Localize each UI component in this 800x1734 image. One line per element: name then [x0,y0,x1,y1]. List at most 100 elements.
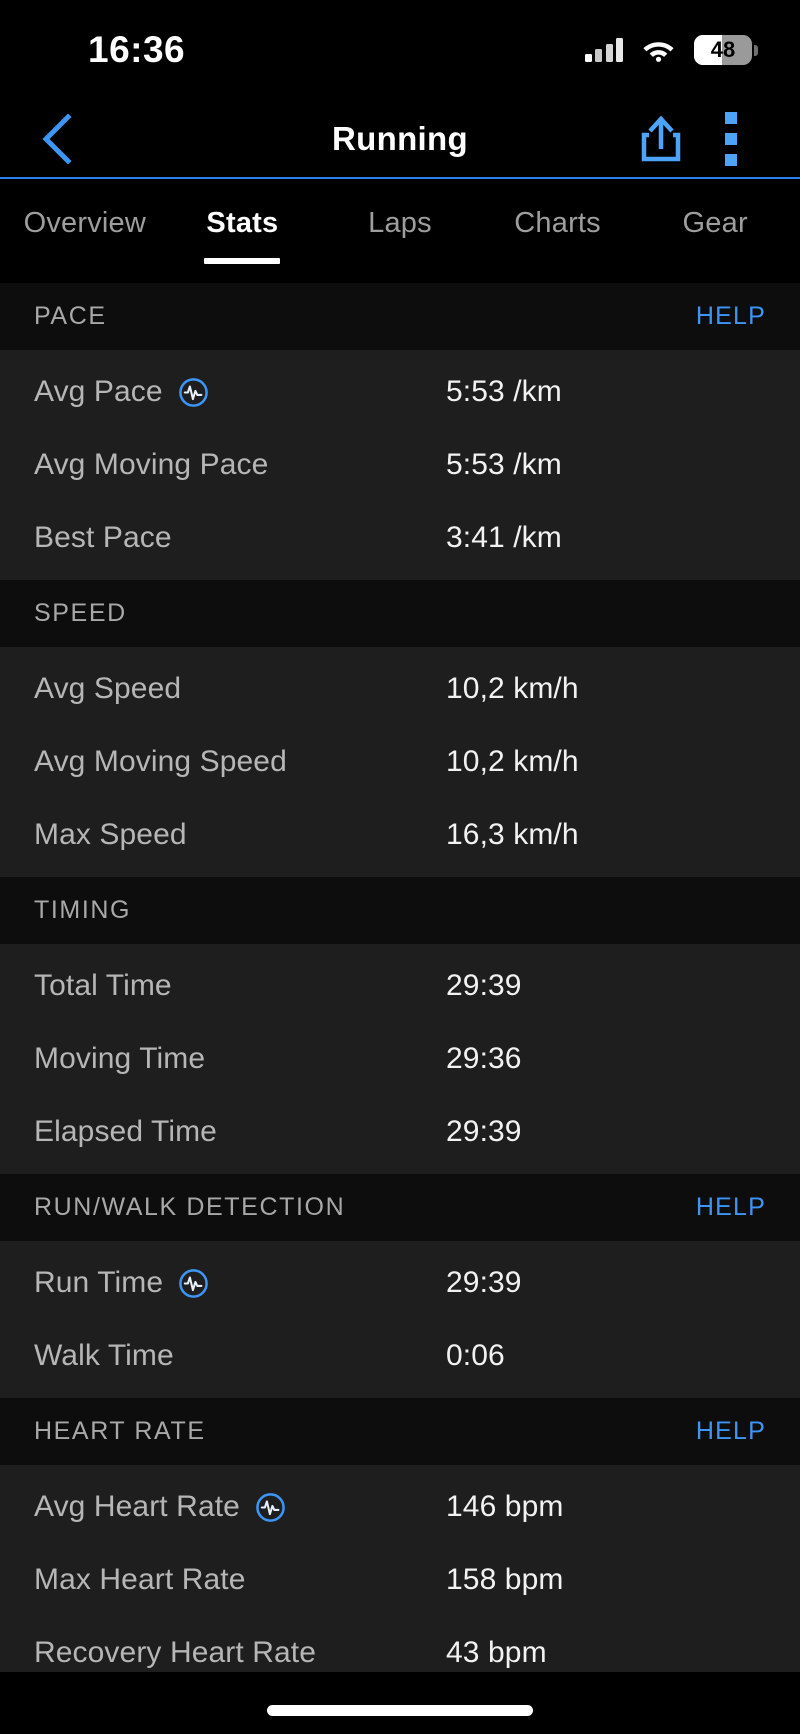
tab-laps[interactable]: Laps [321,179,479,283]
stat-row[interactable]: Avg Pace 5:53 /km [0,361,800,423]
tab-stats[interactable]: Stats [164,179,322,283]
section-header: HEART RATE HELP [0,1398,800,1465]
battery-icon: 48 [694,35,758,65]
navigation-bar: Running [0,100,800,179]
section-title: HEART RATE [34,1417,206,1445]
tab-overview[interactable]: Overview [6,179,164,283]
stat-label-wrap: Avg Moving Pace [34,448,268,482]
share-icon [641,115,681,161]
stat-label: Avg Moving Pace [34,448,269,481]
stat-label-wrap: Walk Time [34,1339,174,1373]
pulse-icon [179,1268,209,1298]
stat-label: Walk Time [34,1339,174,1372]
section-title: RUN/WALK DETECTION [34,1193,346,1221]
stat-label: Max Heart Rate [34,1563,246,1596]
stat-row[interactable]: Total Time 29:39 [0,955,800,1017]
status-bar: 16:36 48 [0,0,800,100]
stat-value: 146 bpm [446,1490,564,1523]
stat-value: 3:41 /km [446,521,562,554]
overflow-menu-button[interactable] [706,110,756,168]
stat-label-wrap: Recovery Heart Rate [34,1636,316,1670]
stat-row[interactable]: Elapsed Time 29:39 [0,1101,800,1163]
help-link[interactable]: HELP [696,1417,766,1446]
section-header: TIMING [0,877,800,944]
stat-label: Avg Pace [34,375,163,408]
section-rows: Avg Heart Rate 146 bpm Max Heart Rate 158 b… [0,1465,800,1695]
help-link[interactable]: HELP [696,302,766,331]
tab-label: Overview [23,207,147,239]
stat-label: Max Speed [34,818,187,851]
stat-row[interactable]: Avg Moving Speed 10,2 km/h [0,731,800,793]
tab-label: Stats [206,207,279,239]
stat-label-wrap: Avg Pace [34,375,209,409]
stat-label: Run Time [34,1266,164,1299]
tab-label: Charts [514,207,601,239]
section-rows: Avg Speed 10,2 km/h Avg Moving Speed 10,2 k… [0,647,800,877]
wifi-icon [642,38,675,62]
stat-row[interactable]: Run Time 29:39 [0,1252,800,1314]
section-header: SPEED [0,580,800,647]
share-button[interactable] [634,110,688,168]
stat-row[interactable]: Avg Moving Pace 5:53 /km [0,434,800,496]
section-header: RUN/WALK DETECTION HELP [0,1174,800,1241]
stats-list[interactable]: PACE HELP Avg Pace 5:53 /km Avg Moving Pace 5… [0,283,800,1734]
home-indicator[interactable] [267,1705,533,1716]
stat-label-wrap: Elapsed Time [34,1115,217,1149]
stat-value: 29:39 [446,969,522,1002]
section-rows: Run Time 29:39 Walk Time 0:06 [0,1241,800,1398]
stat-value: 10,2 km/h [446,745,579,778]
tab-label: Gear [682,207,748,239]
stat-label-wrap: Run Time [34,1266,209,1300]
back-button[interactable] [28,110,86,168]
section-title: PACE [34,302,107,330]
tab-gear[interactable]: Gear [636,179,794,283]
stat-label: Recovery Heart Rate [34,1636,317,1669]
stat-row[interactable]: Best Pace 3:41 /km [0,507,800,569]
battery-level: 48 [710,37,736,62]
stat-value: 158 bpm [446,1563,564,1596]
section-title: TIMING [34,896,132,924]
stat-value: 0:06 [446,1339,505,1372]
stat-value: 16,3 km/h [446,818,579,851]
stat-label-wrap: Best Pace [34,521,172,555]
stat-label: Avg Heart Rate [34,1490,240,1523]
stat-label-wrap: Max Heart Rate [34,1563,245,1597]
section-rows: Total Time 29:39 Moving Time 29:36 Elapsed T… [0,944,800,1174]
stat-value: 29:36 [446,1042,522,1075]
cellular-signal-icon [584,38,623,62]
stat-label-wrap: Avg Heart Rate [34,1490,286,1524]
status-indicators: 48 [584,35,758,65]
stat-label: Avg Moving Speed [34,745,287,778]
stat-value: 43 bpm [446,1636,547,1669]
stat-row[interactable]: Max Heart Rate 158 bpm [0,1549,800,1611]
section-rows: Avg Pace 5:53 /km Avg Moving Pace 5:53 /km B… [0,350,800,580]
phone-screen: 16:36 48 Running Overview Stats Laps Cha… [0,0,800,1734]
overflow-menu-icon-dot [725,111,737,124]
stat-label-wrap: Avg Speed [34,672,181,706]
stat-row[interactable]: Avg Speed 10,2 km/h [0,658,800,720]
stat-label: Best Pace [34,521,172,554]
stat-label-wrap: Max Speed [34,818,187,852]
stat-row[interactable]: Avg Heart Rate 146 bpm [0,1476,800,1538]
stat-value: 29:39 [446,1115,522,1148]
stat-label-wrap: Avg Moving Speed [34,745,287,779]
stat-value: 5:53 /km [446,375,562,408]
stat-row[interactable]: Walk Time 0:06 [0,1325,800,1387]
stat-row[interactable]: Moving Time 29:36 [0,1028,800,1090]
stat-label-wrap: Moving Time [34,1042,205,1076]
tab-charts[interactable]: Charts [479,179,637,283]
stat-label: Total Time [34,969,172,1002]
tab-bar: Overview Stats Laps Charts Gear [0,179,800,283]
stat-label: Avg Speed [34,672,182,705]
section-header: PACE HELP [0,283,800,350]
section-title: SPEED [34,599,127,627]
stat-row[interactable]: Max Speed 16,3 km/h [0,804,800,866]
stat-value: 5:53 /km [446,448,562,481]
stat-value: 10,2 km/h [446,672,579,705]
tab-label: Laps [368,207,432,239]
overflow-menu-icon-dot [725,153,737,166]
pulse-icon [256,1492,285,1522]
help-link[interactable]: HELP [696,1193,766,1222]
stat-label: Elapsed Time [34,1115,217,1148]
overflow-menu-icon-dot [725,132,737,145]
